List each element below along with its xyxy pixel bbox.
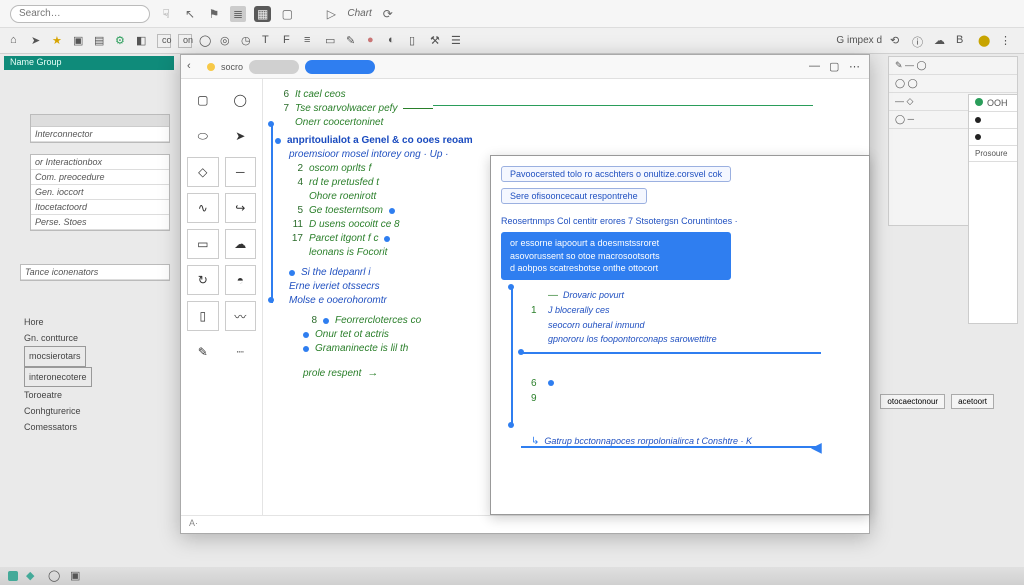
pal-loop-icon[interactable]: ↻ [187,265,219,295]
icon-palette: ▢ ◯ ⬭ ➤ ◇ ─ ∿ ↪ ▭ ☁ ↻ ◓ ▯ 〰 ✎ ┈ [181,79,263,515]
taskbar: ◆ ◯ ▣ [0,567,1024,585]
search-input[interactable] [10,5,150,23]
shape-icon[interactable]: ◧ [136,34,150,48]
gear-icon[interactable]: ⚙ [115,34,129,48]
chip-2[interactable]: Sere ofisooncecaut respontrehe [501,188,647,204]
pal-diamond-icon[interactable]: ◇ [187,157,219,187]
bg-frame-1: Interconnector [30,114,170,143]
overlay-panel: Pavoocersted tolo ro acschters o onultiz… [490,155,870,515]
cloud-icon[interactable]: ☁ [934,34,948,48]
back-icon[interactable]: ‹ [187,60,201,74]
bold-icon[interactable]: B [956,34,970,48]
pal-line-icon[interactable]: ─ [225,157,257,187]
second-toolbar: ⌂ ➤ ★ ▣ ▤ ⚙ ◧ co on ◯ ◎ ◷ T F ≡ ▭ ✎ ● ◐ … [0,28,1024,54]
hand-icon[interactable]: ☟ [158,6,174,22]
list-icon[interactable]: ≣ [230,6,246,22]
pal-pen-icon[interactable]: ✎ [187,337,219,367]
sync-icon[interactable]: ⟲ [890,34,904,48]
bg-btn-b[interactable]: acetoort [951,394,994,409]
popup-header: ‹ socro — ▢ ⋯ [181,55,869,79]
pal-arrow-icon[interactable]: ➤ [225,121,257,151]
pal-dash-icon[interactable]: ┈ [225,337,257,367]
more-icon[interactable]: ⋯ [849,60,863,74]
pal-scribble-icon[interactable]: 〰 [225,301,257,331]
max-icon[interactable]: ▢ [829,60,843,74]
layer-icon[interactable]: ▭ [325,34,339,48]
taskbar-icon-2[interactable]: ◯ [48,569,62,583]
pal-connector-icon[interactable]: ↪ [225,193,257,223]
btn-b[interactable]: on [178,34,192,48]
box-icon[interactable]: ▣ [73,34,87,48]
bg-btn-a[interactable]: otocaectonour [880,394,945,409]
pen-icon[interactable]: ✎ [346,34,360,48]
align-icon[interactable]: ≡ [304,34,318,48]
pal-oval-icon[interactable]: ⬭ [187,121,219,151]
context-line: Reosertnmps Col centitr erores 7 Stsoter… [501,216,859,226]
text-icon[interactable]: T [262,34,276,48]
tab-active[interactable] [305,60,375,74]
pal-curve-icon[interactable]: ∿ [187,193,219,223]
bg-buttons: otocaectonour acetoort [880,394,994,409]
left-header: Name Group [4,56,174,70]
divider-line [433,105,813,106]
pal-rect-icon[interactable]: ▯ [187,301,219,331]
home-icon[interactable]: ⌂ [10,34,24,48]
chip-filled[interactable]: or essorne iapoourt a doesmstssroret aso… [501,232,731,280]
taskbar-icon-3[interactable]: ▣ [70,569,84,583]
grid-icon[interactable]: ▦ [254,6,271,22]
star-icon[interactable]: ★ [52,34,66,48]
info-icon[interactable]: ⓘ [912,34,926,48]
right-label: G impex d [836,35,882,46]
chart-label: Chart [347,8,371,19]
misc-icon[interactable]: ◐ [388,34,402,48]
drop-icon[interactable]: ● [367,34,381,48]
option-icon[interactable]: ⋮ [1000,34,1014,48]
tool-icon[interactable]: ⚒ [430,34,444,48]
window-dot-icon [207,63,215,71]
taskbar-icon-1[interactable]: ◆ [26,569,40,583]
refresh-icon[interactable]: ⟳ [380,6,396,22]
popup-title: socro [221,62,243,72]
chip-1[interactable]: Pavoocersted tolo ro acschters o onultiz… [501,166,731,182]
doc-icon[interactable]: ▤ [94,34,108,48]
pal-shape-icon[interactable]: ◓ [225,265,257,295]
min-icon[interactable]: — [809,60,823,74]
pal-cloud-icon[interactable]: ☁ [225,229,257,259]
flag-icon[interactable]: ⚑ [206,6,222,22]
top-toolbar: ☟ ↖ ⚑ ≣ ▦ ▢ ▷ Chart ⟳ [0,0,1024,28]
arrow-icon[interactable]: ➤ [31,34,45,48]
square-icon[interactable]: ▢ [279,6,295,22]
bg-frame-3: Tance iconenators [20,264,170,281]
ruler-icon[interactable]: ▯ [409,34,423,48]
taskbar-app-1[interactable] [8,571,18,581]
play-icon[interactable]: ▷ [323,6,339,22]
target-icon[interactable]: ◎ [220,34,234,48]
clock-icon[interactable]: ◷ [241,34,255,48]
pointer-icon[interactable]: ↖ [182,6,198,22]
bg-frame-2: or Interactionbox Com. preocedure Gen. i… [30,154,170,231]
font-icon[interactable]: F [283,34,297,48]
stack-icon[interactable]: ☰ [451,34,465,48]
tab-inactive[interactable] [249,60,299,74]
popup-footer: A· [181,515,869,533]
pal-box-icon[interactable]: ▭ [187,229,219,259]
bg-lower-list: Hore Gn. contturce mocsierotars interone… [24,314,92,435]
bell-icon[interactable]: ⬤ [978,34,992,48]
pal-square-icon[interactable]: ▢ [187,85,219,115]
pal-circle-icon[interactable]: ◯ [225,85,257,115]
circle-icon[interactable]: ◯ [199,34,213,48]
btn-a[interactable]: co [157,34,171,48]
right-panel-2: OOH Prosoure [968,94,1018,324]
